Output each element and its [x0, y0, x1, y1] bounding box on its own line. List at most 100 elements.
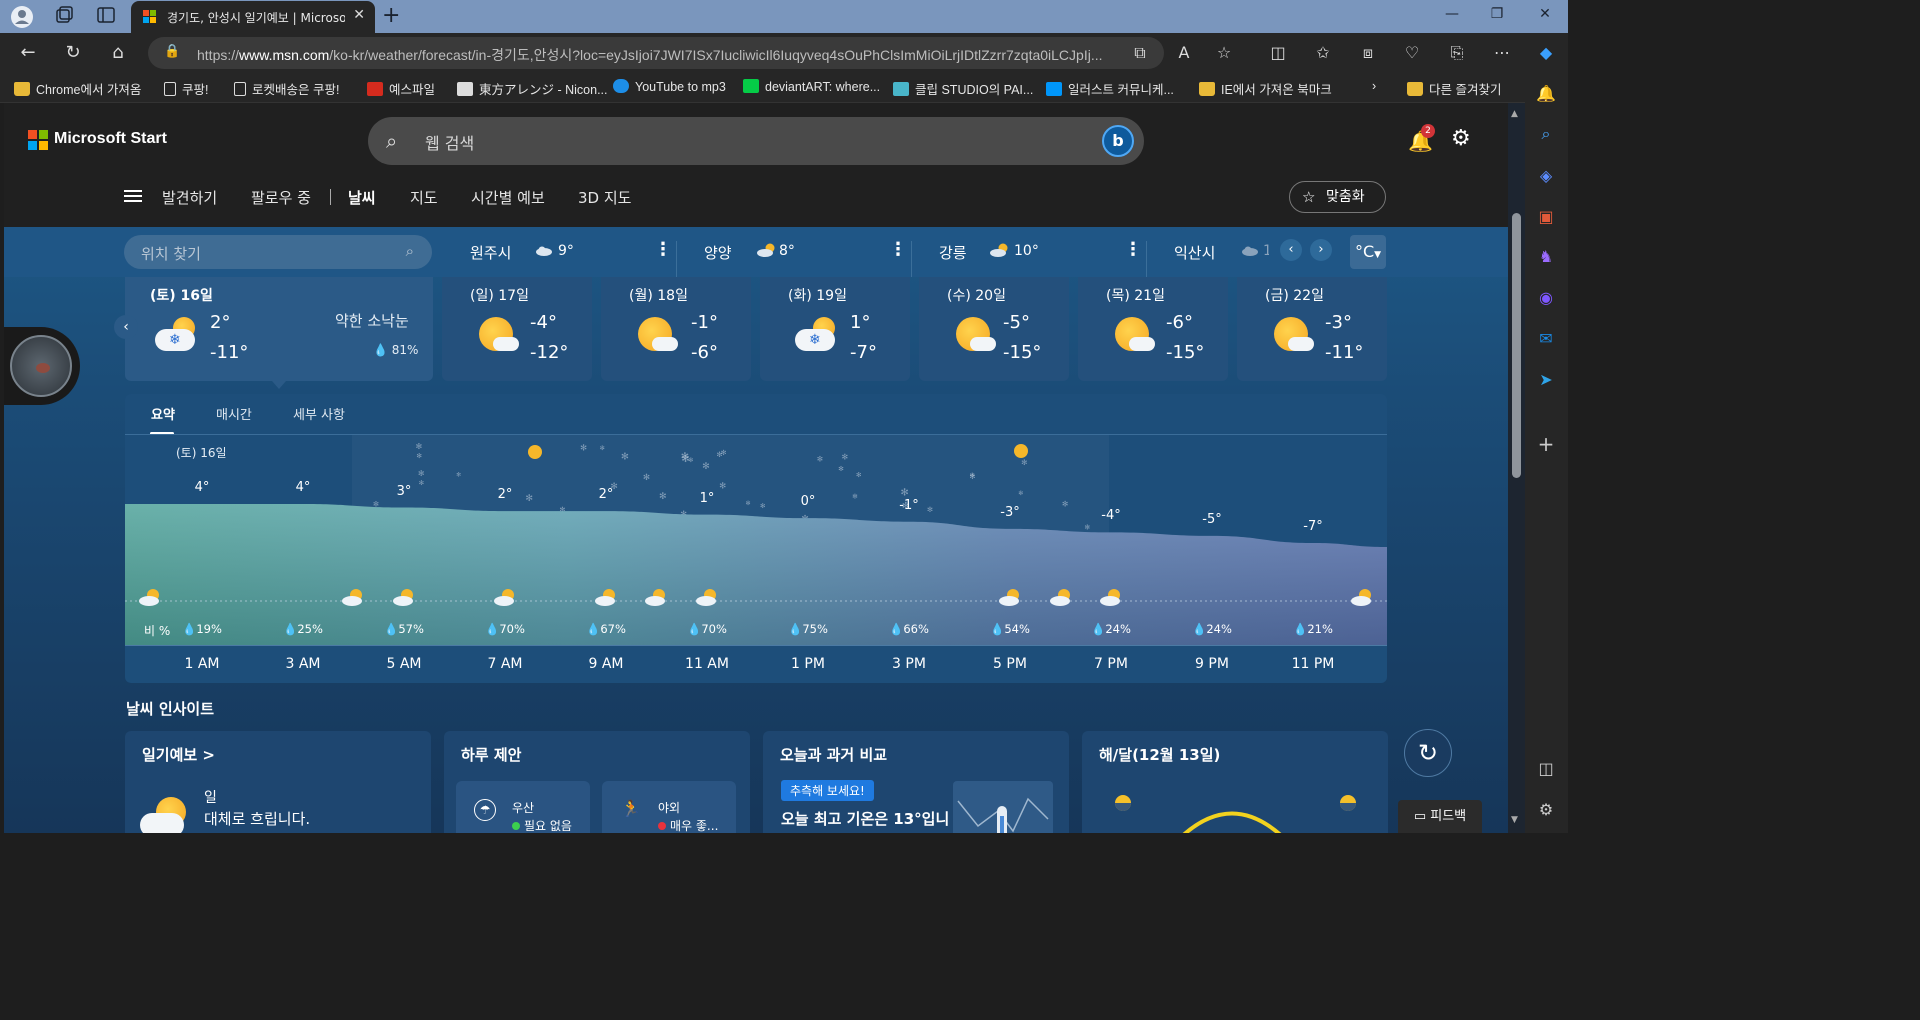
- nav-weather[interactable]: 날씨: [348, 187, 376, 208]
- more-menu-icon[interactable]: ⋯: [1490, 41, 1514, 65]
- city-more-icon[interactable]: ⋮: [889, 239, 907, 260]
- city-chip[interactable]: 익산시 1: [1149, 227, 1269, 277]
- sidebar-games-icon[interactable]: ♞: [1535, 246, 1557, 268]
- lock-icon[interactable]: 🔒: [164, 44, 180, 59]
- settings-gear-icon[interactable]: ⚙: [1451, 126, 1471, 151]
- day-card[interactable]: (수) 20일 -5° -15°: [919, 277, 1069, 381]
- url-text[interactable]: https://www.msn.com/ko-kr/weather/foreca…: [197, 45, 1117, 65]
- city-chip[interactable]: 양양 8° ⋮: [679, 227, 912, 277]
- unit-select[interactable]: °C▼: [1350, 235, 1386, 269]
- city-name: 양양: [704, 244, 732, 262]
- favorite-star-icon[interactable]: ☆: [1212, 41, 1236, 65]
- sidebar-shopping-icon[interactable]: ◈: [1535, 165, 1557, 187]
- city-chip[interactable]: 강릉 10° ⋮: [914, 227, 1147, 277]
- bookmark-item[interactable]: 클립 STUDIO의 PAI...: [893, 79, 1033, 98]
- day-card-selected[interactable]: (토) 16일 ❄ 2° -11° 약한 소낙눈 💧 81%: [125, 277, 433, 381]
- city-more-icon[interactable]: ⋮: [1124, 239, 1142, 260]
- screenshot-icon[interactable]: ⎘: [1445, 41, 1469, 65]
- sidebar-add-icon[interactable]: +: [1535, 433, 1557, 455]
- floating-assistant[interactable]: [4, 327, 80, 405]
- sidebar-send-icon[interactable]: ➤: [1535, 369, 1557, 391]
- minimize-icon[interactable]: —: [1437, 6, 1467, 22]
- city-more-icon[interactable]: ⋮: [654, 239, 672, 260]
- read-aloud-icon[interactable]: A: [1172, 41, 1196, 65]
- back-icon[interactable]: ←: [16, 41, 40, 65]
- bookmark-item[interactable]: IE에서 가져온 북마크: [1199, 79, 1332, 98]
- scroll-down-icon[interactable]: ▼: [1511, 815, 1518, 825]
- refresh-icon[interactable]: ↻: [61, 41, 85, 65]
- restore-icon[interactable]: ❐: [1482, 6, 1512, 22]
- nav-discover[interactable]: 발견하기: [162, 187, 217, 208]
- sidebar-outlook-icon[interactable]: ✉: [1535, 328, 1557, 350]
- url-bar[interactable]: 🔒 https://www.msn.com/ko-kr/weather/fore…: [148, 37, 1164, 69]
- cities-next-icon[interactable]: ›: [1310, 239, 1332, 261]
- day-card[interactable]: (목) 21일 -6° -15°: [1078, 277, 1228, 381]
- days-prev-icon[interactable]: ‹: [114, 315, 138, 339]
- city-chip[interactable]: 원주시 9° ⋮: [444, 227, 677, 277]
- personalize-button[interactable]: ☆ 맞춤화: [1289, 181, 1386, 213]
- bing-chat-icon[interactable]: b: [1102, 125, 1134, 157]
- sidebar-settings-icon[interactable]: ⚙: [1535, 799, 1557, 821]
- tab-close-icon[interactable]: ✕: [353, 7, 365, 23]
- forecast-card-title[interactable]: 일기예보 >: [142, 744, 215, 765]
- copilot-icon[interactable]: ◆: [1534, 41, 1558, 65]
- bookmark-item[interactable]: 東方アレンジ - Nicon...: [457, 79, 608, 98]
- tab-summary[interactable]: 요약: [151, 404, 175, 423]
- bookmark-item[interactable]: YouTube to mp3: [613, 79, 726, 94]
- tab-hourly[interactable]: 매시간: [216, 404, 252, 423]
- day-card[interactable]: (금) 22일 -3° -11°: [1237, 277, 1387, 381]
- other-bookmarks[interactable]: 다른 즐겨찾기: [1407, 79, 1501, 98]
- scroll-thumb[interactable]: [1512, 213, 1521, 478]
- feedback-button[interactable]: ▭ 피드백: [1398, 800, 1482, 833]
- day-card[interactable]: (화) 19일 ❄ 1° -7°: [760, 277, 910, 381]
- bookmark-item[interactable]: deviantART: where...: [743, 79, 880, 94]
- web-search-input[interactable]: ⌕ 웹 검색 b: [368, 117, 1144, 165]
- sidebar-bell-icon[interactable]: 🔔: [1535, 83, 1557, 105]
- day-card[interactable]: (일) 17일 -4° -12°: [442, 277, 592, 381]
- sidebar-m365-icon[interactable]: ◉: [1535, 287, 1557, 309]
- sidebar-search-icon[interactable]: ⌕: [1535, 123, 1557, 145]
- day-card[interactable]: (월) 18일 -1° -6°: [601, 277, 751, 381]
- favorites-icon[interactable]: ✩: [1311, 41, 1335, 65]
- sidebar-tools-icon[interactable]: ▣: [1535, 206, 1557, 228]
- vertical-tabs-icon[interactable]: [94, 5, 118, 29]
- bookmark-item[interactable]: 로켓배송은 쿠팡!: [234, 79, 339, 98]
- hamburger-menu-icon[interactable]: [124, 190, 142, 202]
- profile-icon[interactable]: [10, 5, 34, 29]
- tab-weather[interactable]: 경기도, 안성시 일기예보 | Microsoft Start ✕: [131, 1, 375, 33]
- microsoft-logo-icon[interactable]: [28, 130, 48, 150]
- collections-icon[interactable]: ⧈: [1356, 41, 1380, 65]
- browser-essentials-icon[interactable]: ♡: [1400, 41, 1424, 65]
- bookmark-item[interactable]: 일러스트 커뮤니케...: [1046, 79, 1174, 98]
- city-divider: [911, 241, 912, 277]
- bookmark-item[interactable]: Chrome에서 가져옴: [14, 79, 141, 98]
- history-compare-card[interactable]: 오늘과 과거 비교 추측해 보세요! 오늘 최고 기온은 13°입니: [763, 731, 1069, 833]
- app-available-icon[interactable]: ⧉: [1128, 41, 1152, 65]
- brand-name[interactable]: Microsoft Start: [54, 130, 167, 148]
- nav-hourly[interactable]: 시간별 예보: [471, 187, 545, 208]
- home-icon[interactable]: ⌂: [106, 41, 130, 65]
- sun-cloud-icon: [990, 243, 1008, 257]
- outdoor-suggestion[interactable]: 🏃 야외 매우 좋...: [602, 781, 736, 833]
- bookmark-item[interactable]: 예스파일: [367, 79, 435, 98]
- nav-maps[interactable]: 지도: [410, 187, 438, 208]
- window-close-icon[interactable]: ✕: [1530, 6, 1560, 22]
- cities-prev-icon[interactable]: ‹: [1280, 239, 1302, 261]
- bookmarks-overflow-chevron-icon[interactable]: ›: [1372, 79, 1376, 93]
- sun-moon-card[interactable]: 해/달(12월 13일): [1082, 731, 1388, 833]
- bookmark-item[interactable]: 쿠팡!: [164, 79, 208, 98]
- location-search-input[interactable]: 위치 찾기 ⌕: [124, 235, 432, 269]
- page-scrollbar[interactable]: ▲ ▼: [1508, 103, 1525, 833]
- nav-following[interactable]: 팔로우 중: [251, 187, 311, 208]
- scroll-up-icon[interactable]: ▲: [1511, 109, 1518, 119]
- refresh-page-icon[interactable]: ↻: [1404, 729, 1452, 777]
- tab-details[interactable]: 세부 사항: [293, 404, 345, 423]
- forecast-card[interactable]: 일기예보 > 일 대체로 흐립니다.: [125, 731, 431, 833]
- nav-3d-maps[interactable]: 3D 지도: [578, 187, 631, 208]
- new-tab-icon[interactable]: +: [382, 3, 400, 28]
- nav-divider: [330, 189, 331, 205]
- umbrella-suggestion[interactable]: ☂ 우산 필요 없음: [456, 781, 590, 833]
- split-screen-icon[interactable]: ◫: [1266, 41, 1290, 65]
- sidebar-hide-icon[interactable]: ◫: [1535, 758, 1557, 780]
- workspaces-icon[interactable]: [52, 5, 76, 29]
